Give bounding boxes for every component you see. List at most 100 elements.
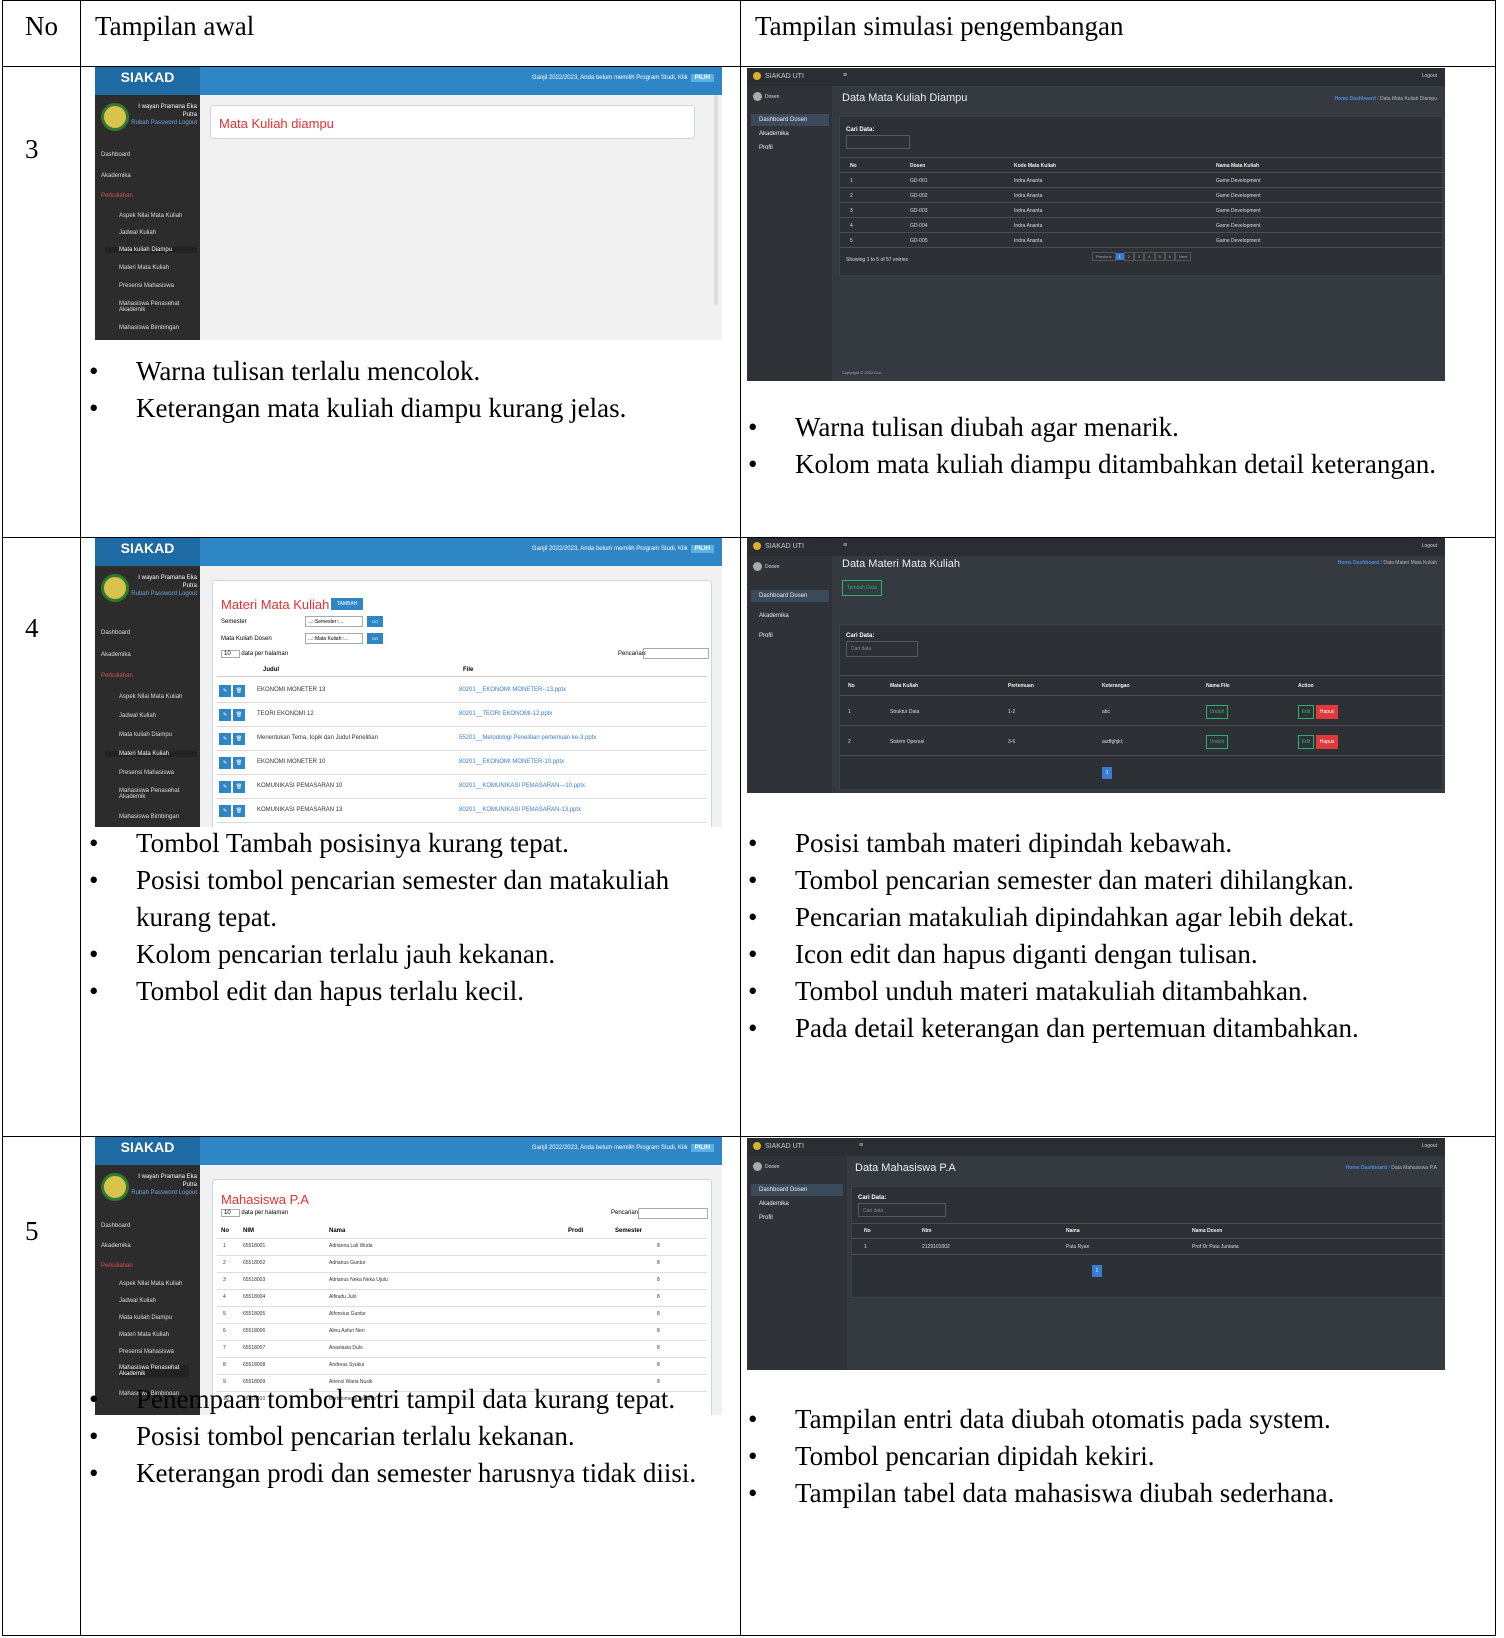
semester-go-button[interactable]: GO bbox=[367, 616, 383, 627]
hapus-button[interactable]: Hapus bbox=[1316, 705, 1338, 719]
semester-select[interactable]: ...::Semester::... bbox=[305, 616, 363, 627]
nav-akademika[interactable]: Akademika bbox=[751, 128, 829, 140]
nav-profil[interactable]: Profil bbox=[751, 630, 829, 642]
scrollbar[interactable] bbox=[714, 95, 718, 305]
menu-dashboard[interactable]: Dashboard bbox=[101, 630, 130, 636]
unduh-button[interactable]: Unduh bbox=[1206, 735, 1228, 749]
mk-select[interactable]: ...::Mata Kuliah::... bbox=[305, 633, 363, 644]
menu-dashboard[interactable]: Dashboard bbox=[101, 152, 130, 158]
search-input[interactable] bbox=[643, 648, 709, 659]
menu-icon[interactable]: ≡ bbox=[843, 72, 847, 79]
per-page-select[interactable]: 10 bbox=[221, 1209, 240, 1217]
edit-icon[interactable]: ✎ bbox=[219, 757, 231, 769]
page-link[interactable]: 4 bbox=[1144, 252, 1155, 261]
file-link[interactable]: 80201__KOMUNIKASI PEMASARAN-13.pptx bbox=[459, 807, 581, 813]
user-links[interactable]: Rubah Password Logout bbox=[131, 1190, 197, 1196]
menu-presensi[interactable]: Presensi Mahasiswa bbox=[119, 1349, 174, 1355]
delete-icon[interactable]: 🗑 bbox=[233, 805, 245, 817]
tambah-data-button[interactable]: Tambah Data bbox=[842, 580, 882, 596]
menu-aspek-nilai[interactable]: Aspek Nilai Mata Kuliah bbox=[119, 213, 182, 219]
menu-perkuliahan[interactable]: Perkuliahan bbox=[101, 193, 133, 199]
file-link[interactable]: 80201__EKONOMI MONETER--13.pptx bbox=[459, 687, 566, 693]
delete-icon[interactable]: 🗑 bbox=[233, 781, 245, 793]
search-input[interactable]: Cari data bbox=[846, 641, 918, 657]
menu-bimbingan[interactable]: Mahasiswa Bimbingan bbox=[119, 814, 179, 820]
menu-akademika[interactable]: Akademika bbox=[101, 1243, 131, 1249]
delete-icon[interactable]: 🗑 bbox=[233, 709, 245, 721]
logout-link[interactable]: Logout bbox=[1422, 543, 1437, 549]
menu-jadwal[interactable]: Jadwal Kuliah bbox=[119, 713, 156, 719]
crumb-home[interactable]: Home Dashboard bbox=[1346, 1165, 1387, 1171]
file-link[interactable]: 80201__TEORI EKONOMI-12.pptx bbox=[459, 711, 552, 717]
edit-icon[interactable]: ✎ bbox=[219, 685, 231, 697]
page-prev[interactable]: Previous bbox=[1092, 252, 1116, 261]
search-input[interactable] bbox=[846, 135, 910, 149]
page-link[interactable]: 6 bbox=[1164, 252, 1175, 261]
edit-icon[interactable]: ✎ bbox=[219, 733, 231, 745]
pilih-button[interactable]: PILIH bbox=[690, 74, 714, 82]
search-input[interactable] bbox=[638, 1208, 708, 1219]
edit-button[interactable]: Edit bbox=[1298, 735, 1314, 749]
menu-icon[interactable]: ≡ bbox=[843, 542, 847, 549]
nav-profil[interactable]: Profil bbox=[751, 1212, 843, 1224]
menu-penasehat[interactable]: Mahasiswa Penasehat Akademik bbox=[119, 788, 189, 800]
menu-materi[interactable]: Materi Mata Kuliah bbox=[119, 1332, 169, 1338]
menu-materi[interactable]: Materi Mata Kuliah bbox=[119, 265, 169, 271]
nav-akademika[interactable]: Akademika bbox=[751, 610, 829, 622]
unduh-button[interactable]: Unduh bbox=[1206, 705, 1228, 719]
pilih-button[interactable]: PILIH bbox=[690, 545, 714, 553]
edit-icon[interactable]: ✎ bbox=[219, 781, 231, 793]
menu-materi[interactable]: Materi Mata Kuliah bbox=[105, 751, 197, 757]
nav-dashboard[interactable]: Dashboard Dosen bbox=[751, 114, 829, 126]
file-link[interactable]: 80201__EKONOMI MONETER-10.pptx bbox=[459, 759, 564, 765]
page-link[interactable]: 1 bbox=[1092, 1265, 1102, 1277]
delete-icon[interactable]: 🗑 bbox=[233, 757, 245, 769]
logout-link[interactable]: Logout bbox=[1422, 73, 1437, 79]
menu-perkuliahan[interactable]: Perkuliahan bbox=[101, 673, 133, 679]
edit-button[interactable]: Edit bbox=[1298, 705, 1314, 719]
user-links[interactable]: Rubah Password Logout bbox=[131, 120, 197, 126]
edit-icon[interactable]: ✎ bbox=[219, 709, 231, 721]
hapus-button[interactable]: Hapus bbox=[1316, 735, 1338, 749]
menu-mata-kuliah-diampu[interactable]: Mata kuliah Diampu bbox=[119, 1315, 172, 1321]
page-link[interactable]: 2 bbox=[1123, 252, 1135, 261]
menu-penasehat[interactable]: Mahasiswa Penasehat Akademik bbox=[119, 1365, 189, 1377]
menu-penasehat[interactable]: Mahasiswa Penasehat Akademik bbox=[119, 301, 189, 313]
file-link[interactable]: 55201__Metodologi Penelitian pertemuan k… bbox=[459, 735, 596, 741]
page-link[interactable]: 1 bbox=[1115, 253, 1124, 260]
menu-jadwal[interactable]: Jadwal Kuliah bbox=[119, 230, 156, 236]
menu-jadwal[interactable]: Jadwal Kuliah bbox=[119, 1298, 156, 1304]
menu-akademika[interactable]: Akademika bbox=[101, 173, 131, 179]
page-link[interactable]: 3 bbox=[1134, 252, 1145, 261]
edit-icon[interactable]: ✎ bbox=[219, 805, 231, 817]
nav-dashboard[interactable]: Dashboard Dosen bbox=[751, 1184, 843, 1196]
delete-icon[interactable]: 🗑 bbox=[233, 733, 245, 745]
page-link[interactable]: 5 bbox=[1154, 252, 1165, 261]
tambah-button[interactable]: TAMBAH bbox=[331, 598, 364, 610]
menu-perkuliahan[interactable]: Perkuliahan bbox=[101, 1263, 133, 1269]
pilih-button[interactable]: PILIH bbox=[690, 1144, 714, 1152]
nav-dashboard[interactable]: Dashboard Dosen bbox=[751, 590, 829, 602]
per-page-select[interactable]: 10 bbox=[221, 650, 240, 658]
menu-bimbingan[interactable]: Mahasiswa Bimbingan bbox=[119, 325, 179, 331]
page-next[interactable]: Next bbox=[1174, 252, 1192, 261]
delete-icon[interactable]: 🗑 bbox=[233, 685, 245, 697]
menu-presensi[interactable]: Presensi Mahasiswa bbox=[119, 770, 174, 776]
nav-akademika[interactable]: Akademika bbox=[751, 1198, 843, 1210]
menu-icon[interactable]: ≡ bbox=[859, 1142, 863, 1149]
file-link[interactable]: 80201__KOMUNIKASI PEMASARAN---10.pptx bbox=[459, 783, 585, 789]
logout-link[interactable]: Logout bbox=[1422, 1143, 1437, 1149]
nav-profil[interactable]: Profil bbox=[751, 142, 829, 154]
menu-akademika[interactable]: Akademika bbox=[101, 652, 131, 658]
user-links[interactable]: Rubah Password Logout bbox=[131, 591, 197, 597]
crumb-home[interactable]: Home Dashboard bbox=[1334, 96, 1375, 102]
menu-mata-kuliah-diampu[interactable]: Mata kuliah Diampu bbox=[105, 247, 197, 253]
menu-mata-kuliah-diampu[interactable]: Mata kuliah Diampu bbox=[119, 732, 172, 738]
menu-aspek-nilai[interactable]: Aspek Nilai Mata Kuliah bbox=[119, 1281, 182, 1287]
menu-dashboard[interactable]: Dashboard bbox=[101, 1223, 130, 1229]
crumb-home[interactable]: Home Dashboard bbox=[1338, 560, 1379, 566]
search-input[interactable]: Cari data bbox=[858, 1203, 946, 1217]
menu-aspek-nilai[interactable]: Aspek Nilai Mata Kuliah bbox=[119, 694, 182, 700]
page-link[interactable]: 1 bbox=[1102, 767, 1112, 779]
menu-presensi[interactable]: Presensi Mahasiswa bbox=[119, 283, 174, 289]
